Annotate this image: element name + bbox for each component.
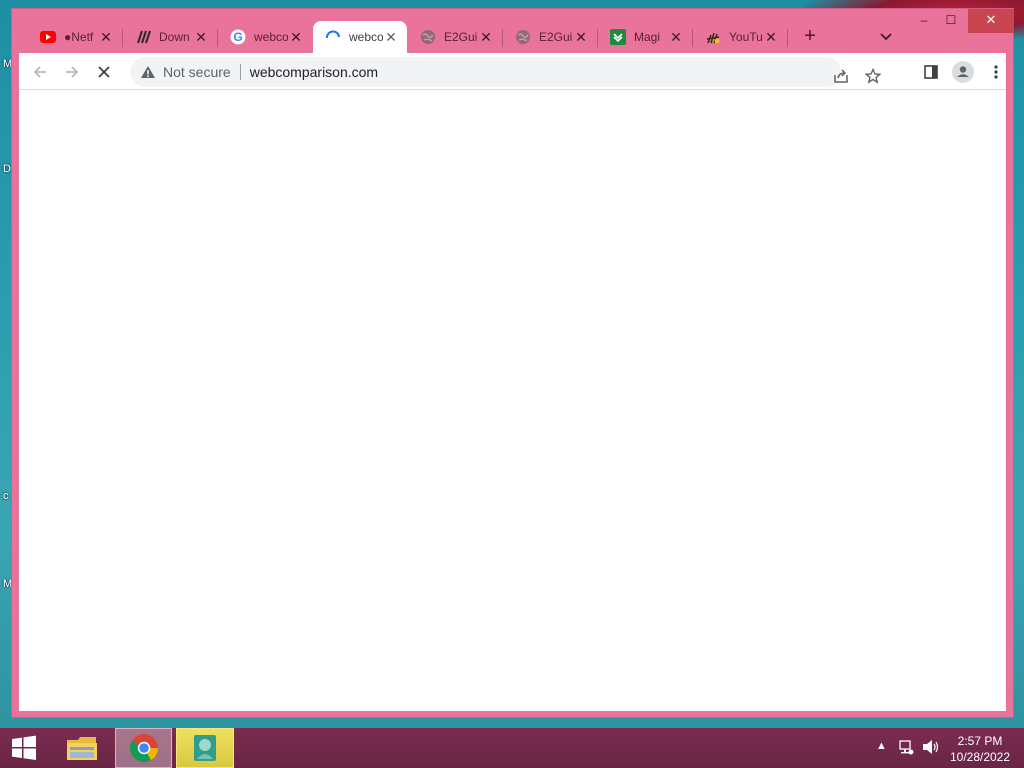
security-status-label[interactable]: Not secure [163, 64, 231, 80]
tab-close-button[interactable]: ✕ [668, 29, 684, 46]
desktop-icon-label[interactable]: c [3, 490, 9, 502]
arrow-left-icon [33, 66, 46, 78]
arrow-right-icon [66, 66, 79, 78]
forward-button[interactable] [59, 59, 85, 85]
tab-close-button[interactable]: ✕ [193, 29, 209, 46]
svg-text:G: G [233, 30, 242, 44]
tab-magi[interactable]: Magi ✕ [598, 21, 692, 53]
tab-title: webco [349, 30, 383, 44]
volume-icon[interactable] [922, 739, 940, 758]
menu-button[interactable] [983, 59, 1009, 85]
stop-loading-button[interactable] [91, 59, 117, 85]
clock-time: 2:57 PM [957, 734, 1003, 748]
desktop-icon-label[interactable]: D [3, 163, 11, 175]
magi-icon [610, 29, 626, 45]
tab-e2gui-2[interactable]: E2Gui ✕ [503, 21, 597, 53]
google-icon: G [230, 29, 246, 45]
tab-close-button[interactable]: ✕ [98, 29, 114, 46]
back-button[interactable] [27, 59, 53, 85]
new-tab-button[interactable]: + [798, 25, 822, 49]
tab-webcomparison-active[interactable]: webco ✕ [313, 21, 407, 53]
tab-youtube[interactable]: YouTu ✕ [693, 21, 787, 53]
tab-close-button[interactable]: ✕ [288, 29, 304, 46]
clock-date: 10/28/2022 [949, 750, 1011, 764]
tab-separator [787, 29, 788, 47]
folder-icon [67, 737, 97, 760]
tab-title: webco [254, 30, 288, 44]
warning-icon[interactable] [140, 64, 156, 80]
tab-title: YouTu [729, 30, 763, 44]
tab-e2gui-1[interactable]: E2Gui ✕ [408, 21, 502, 53]
kebab-menu-icon [994, 65, 998, 79]
globe-icon [420, 29, 436, 45]
tab-title: ●Netf [64, 30, 94, 44]
browser-toolbar: Not secure webcomparison.com [19, 53, 1006, 90]
app-icon [194, 735, 216, 761]
minimize-button[interactable]: – [910, 9, 938, 33]
start-button[interactable] [0, 728, 48, 768]
taskbar: ▲ 2:57 PM 10/28/2022 [0, 728, 1024, 768]
profile-button[interactable] [950, 59, 976, 85]
maximize-button[interactable]: ☐ [938, 9, 964, 33]
globe-icon [515, 29, 531, 45]
file-explorer-taskbar-button[interactable] [58, 728, 106, 768]
address-bar[interactable]: Not secure webcomparison.com [130, 57, 881, 87]
tab-close-button[interactable]: ✕ [763, 29, 779, 46]
tab-netflix[interactable]: ●Netf ✕ [28, 21, 122, 53]
browser-window: ●Netf ✕ Down ✕ G webco ✕ webco ✕ E2Gui ✕… [11, 8, 1014, 718]
tab-title: E2Gui [539, 30, 573, 44]
tab-search-chevron-icon[interactable] [876, 27, 896, 47]
loading-spinner-icon [325, 29, 341, 45]
tab-close-button[interactable]: ✕ [478, 29, 494, 46]
omnibox-divider [239, 64, 241, 80]
avatar-icon [952, 61, 974, 83]
page-content-area[interactable] [19, 90, 1006, 711]
tab-close-button[interactable]: ✕ [573, 29, 589, 46]
youtube-icon [40, 29, 56, 45]
system-clock[interactable]: 2:57 PM 10/28/2022 [944, 733, 1016, 765]
url-text[interactable]: webcomparison.com [250, 64, 378, 80]
side-panel-button[interactable] [918, 59, 944, 85]
windows-logo-icon [12, 735, 36, 760]
close-window-button[interactable]: ✕ [968, 9, 1014, 33]
tab-close-button[interactable]: ✕ [383, 29, 399, 46]
tab-download[interactable]: Down ✕ [123, 21, 217, 53]
share-icon[interactable] [830, 65, 852, 87]
chrome-taskbar-button[interactable] [115, 728, 172, 768]
close-icon [98, 66, 110, 78]
show-hidden-icons-chevron-icon[interactable]: ▲ [876, 740, 887, 752]
chrome-icon [129, 734, 158, 762]
bookmark-star-icon[interactable] [862, 65, 884, 87]
hand-icon [705, 29, 721, 45]
tab-title: Down [159, 30, 190, 44]
side-panel-icon [924, 65, 938, 79]
tab-google-search[interactable]: G webco ✕ [218, 21, 312, 53]
app-taskbar-button[interactable] [176, 728, 234, 768]
tab-title: E2Gui [444, 30, 478, 44]
tab-title: Magi [634, 30, 661, 44]
network-icon[interactable] [898, 739, 914, 758]
slash-logo-icon [135, 29, 151, 45]
tab-strip: ●Netf ✕ Down ✕ G webco ✕ webco ✕ E2Gui ✕… [12, 9, 1014, 53]
